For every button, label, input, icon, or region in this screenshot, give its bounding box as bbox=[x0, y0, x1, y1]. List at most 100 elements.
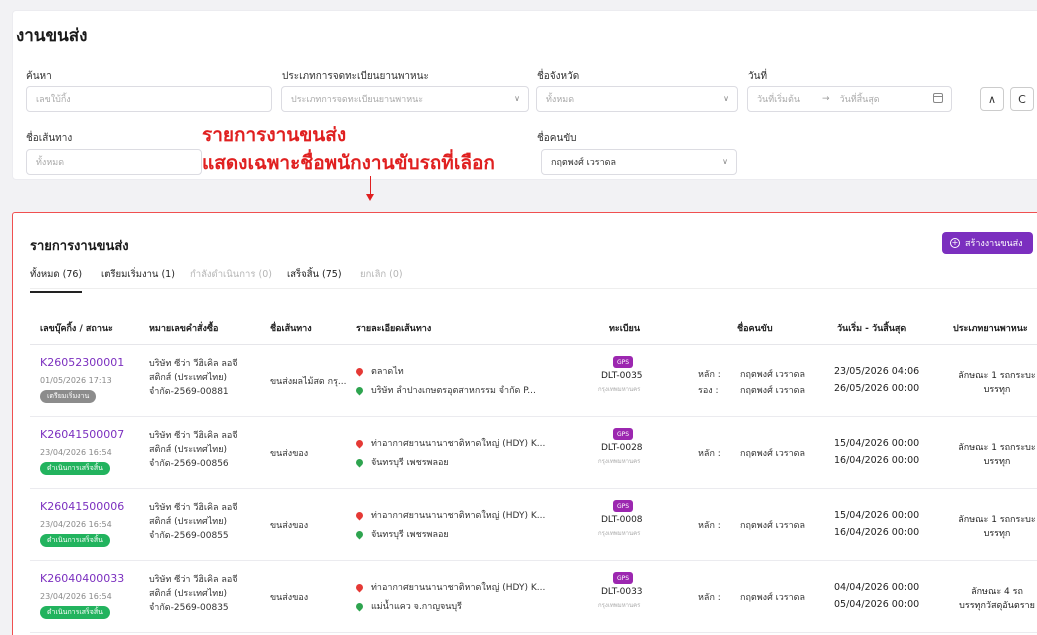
location-pin-icon bbox=[354, 601, 365, 611]
driver-main-name: กฤตพงศ์ เวราดล bbox=[740, 449, 806, 459]
end-datetime: 16/04/2026 00:00 bbox=[834, 455, 920, 466]
booking-link[interactable]: K26052300001 bbox=[40, 356, 124, 369]
order-line: บริษัท ซีว่า วีฮิเคิล ลอจี bbox=[149, 431, 238, 441]
vehicle-type: ลักษณะ 4 รถ บรรทุกวัสดุอันตราย bbox=[942, 585, 1037, 613]
driver-backup-name: กฤตพงศ์ เวราดล bbox=[740, 386, 806, 396]
table-row[interactable]: K26052300001 01/05/2026 17:13 เตรียมเริ่… bbox=[30, 346, 1037, 417]
origin-text: ท่าอากาศยานนานาชาติหาดใหญ่ (HDY) K... bbox=[371, 511, 546, 521]
route-name: ขนส่งของ bbox=[270, 449, 309, 459]
col-route-detail: รายละเอียดเส้นทาง bbox=[356, 324, 432, 334]
gps-badge: GPS bbox=[613, 356, 633, 368]
order-line: บริษัท ซีว่า วีฮิเคิล ลอจี bbox=[149, 575, 238, 585]
tab-all[interactable]: ทั้งหมด (76) bbox=[30, 267, 83, 293]
route-label: ชื่อเส้นทาง bbox=[26, 133, 73, 144]
vehicle-type-line: ลักษณะ 1 รถกระบะ bbox=[958, 443, 1036, 453]
end-datetime: 16/04/2026 00:00 bbox=[834, 527, 920, 538]
destination-text: แม่น้ำแคว จ.กาญจนบุรี bbox=[371, 602, 462, 612]
table-row[interactable]: K26040400033 23/04/2026 16:54 ดำเนินการเ… bbox=[30, 562, 1037, 633]
vehicle-reg-type-placeholder: ประเภทการจดทะเบียนยานพาหนะ bbox=[291, 95, 424, 105]
plate-province: กรุงเทพมหานคร bbox=[598, 530, 641, 537]
destination-text: บริษัท ลำปางเกษตรอุตสาหกรรม จำกัด P... bbox=[371, 386, 536, 396]
booking-date: 01/05/2026 17:13 bbox=[40, 376, 112, 385]
route-name: ขนส่งผลไม้สด กรุ... bbox=[270, 377, 347, 387]
status-badge: ดำเนินการเสร็จสิ้น bbox=[40, 462, 110, 475]
tab-in-progress[interactable]: กำลังดำเนินการ (0) bbox=[190, 267, 272, 282]
driver-main-label: หลัก : bbox=[698, 593, 721, 603]
booking-date: 23/04/2026 16:54 bbox=[40, 520, 112, 529]
plate-number: DLT-0008 bbox=[601, 515, 643, 525]
date-range-picker[interactable]: วันที่เริ่มต้น → วันที่สิ้นสุด bbox=[747, 86, 952, 112]
vehicle-reg-type-select[interactable]: ประเภทการจดทะเบียนยานพาหนะ ∨ bbox=[281, 86, 529, 112]
refresh-button[interactable]: C bbox=[1010, 87, 1034, 111]
page-title: งานขนส่ง bbox=[16, 26, 88, 46]
gps-badge: GPS bbox=[613, 428, 633, 440]
route-name: ขนส่งของ bbox=[270, 521, 309, 531]
gps-badge: GPS bbox=[613, 500, 633, 512]
start-datetime: 15/04/2026 00:00 bbox=[834, 438, 920, 449]
order-line: สติกส์ (ประเทศไทย) bbox=[149, 373, 227, 383]
order-line: จำกัด-2569-00835 bbox=[149, 603, 229, 613]
plate-province: กรุงเทพมหานคร bbox=[598, 386, 641, 393]
tab-cancelled[interactable]: ยกเลิก (0) bbox=[360, 267, 403, 282]
plate-number: DLT-0033 bbox=[601, 587, 643, 597]
plate-number: DLT-0028 bbox=[601, 443, 643, 453]
driver-select[interactable]: กฤตพงศ์ เวราดล ∨ bbox=[541, 149, 737, 175]
location-pin-icon bbox=[354, 366, 365, 376]
end-datetime: 26/05/2026 00:00 bbox=[834, 383, 920, 394]
calendar-icon bbox=[933, 93, 943, 103]
driver-main-name: กฤตพงศ์ เวราดล bbox=[740, 370, 806, 380]
plate-province: กรุงเทพมหานคร bbox=[598, 602, 641, 609]
collapse-filter-button[interactable]: ∧ bbox=[980, 87, 1004, 111]
vehicle-type-line: บรรทุก bbox=[983, 529, 1011, 539]
start-date-placeholder: วันที่เริ่มต้น bbox=[757, 95, 800, 105]
destination-text: จันทรบุรี เพชรพลอย bbox=[371, 458, 449, 468]
col-vehicle-type: ประเภทยานพาหนะ bbox=[953, 324, 1028, 334]
order-number: บริษัท ซีว่า วีฮิเคิล ลอจี สติกส์ (ประเท… bbox=[149, 501, 269, 543]
table-row[interactable]: K26041500007 23/04/2026 16:54 ดำเนินการเ… bbox=[30, 418, 1037, 489]
booking-link[interactable]: K26040400033 bbox=[40, 572, 124, 585]
end-date-placeholder: วันที่สิ้นสุด bbox=[839, 95, 880, 105]
tab-divider bbox=[30, 288, 1037, 289]
origin-location: ท่าอากาศยานนานาชาติหาดใหญ่ (HDY) K... bbox=[354, 436, 546, 450]
tab-completed[interactable]: เสร็จสิ้น (75) bbox=[287, 267, 342, 282]
create-job-label: สร้างงานขนส่ง bbox=[965, 239, 1023, 249]
order-line: จำกัด-2569-00855 bbox=[149, 531, 229, 541]
vehicle-type-line: ลักษณะ 1 รถกระบะ bbox=[958, 515, 1036, 525]
vehicle-type-line: บรรทุกวัสดุอันตราย bbox=[959, 601, 1035, 611]
destination-location: จันทรบุรี เพชรพลอย bbox=[354, 455, 449, 469]
province-value: ทั้งหมด bbox=[546, 95, 575, 105]
driver-main-label: หลัก : bbox=[698, 370, 721, 380]
vehicle-type: ลักษณะ 1 รถกระบะ บรรทุก bbox=[942, 369, 1037, 397]
start-datetime: 04/04/2026 00:00 bbox=[834, 582, 920, 593]
status-badge: ดำเนินการเสร็จสิ้น bbox=[40, 606, 110, 619]
plus-circle-icon: + bbox=[950, 238, 960, 248]
arrow-right-icon: → bbox=[821, 94, 830, 104]
driver-label: ชื่อคนขับ bbox=[537, 133, 577, 144]
search-input[interactable]: เลขใบ้กิ้ง bbox=[26, 86, 272, 112]
province-label: ชื่อจังหวัด bbox=[537, 71, 580, 82]
status-badge: ดำเนินการเสร็จสิ้น bbox=[40, 534, 110, 547]
origin-text: ท่าอากาศยานนานาชาติหาดใหญ่ (HDY) K... bbox=[371, 439, 546, 449]
booking-link[interactable]: K26041500006 bbox=[40, 500, 124, 513]
driver-main-label: หลัก : bbox=[698, 449, 721, 459]
job-list-card: รายการงานขนส่ง + สร้างงานขนส่ง ทั้งหมด (… bbox=[12, 212, 1037, 635]
vehicle-type-line: บรรทุก bbox=[983, 385, 1011, 395]
create-job-button[interactable]: + สร้างงานขนส่ง bbox=[942, 232, 1033, 254]
order-line: บริษัท ซีว่า วีฮิเคิล ลอจี bbox=[149, 503, 238, 513]
order-line: จำกัด-2569-00856 bbox=[149, 459, 229, 469]
col-route-name: ชื่อเส้นทาง bbox=[270, 324, 312, 334]
vehicle-type: ลักษณะ 1 รถกระบะ บรรทุก bbox=[942, 441, 1037, 469]
col-order: หมายเลขคำสั่งซื้อ bbox=[149, 324, 219, 334]
start-datetime: 15/04/2026 00:00 bbox=[834, 510, 920, 521]
vehicle-type-line: ลักษณะ 4 รถ bbox=[971, 587, 1023, 597]
route-select[interactable]: ทั้งหมด bbox=[26, 149, 202, 175]
booking-link[interactable]: K26041500007 bbox=[40, 428, 124, 441]
order-number: บริษัท ซีว่า วีฮิเคิล ลอจี สติกส์ (ประเท… bbox=[149, 357, 269, 399]
order-line: สติกส์ (ประเทศไทย) bbox=[149, 589, 227, 599]
order-line: สติกส์ (ประเทศไทย) bbox=[149, 445, 227, 455]
table-row[interactable]: K26041500006 23/04/2026 16:54 ดำเนินการเ… bbox=[30, 490, 1037, 561]
annotation-subtitle: แสดงเฉพาะชื่อพนักงานขับรถที่เลือก bbox=[202, 152, 495, 174]
province-select[interactable]: ทั้งหมด ∨ bbox=[536, 86, 738, 112]
tab-preparing[interactable]: เตรียมเริ่มงาน (1) bbox=[101, 267, 175, 282]
vehicle-type: ลักษณะ 1 รถกระบะ บรรทุก bbox=[942, 513, 1037, 541]
